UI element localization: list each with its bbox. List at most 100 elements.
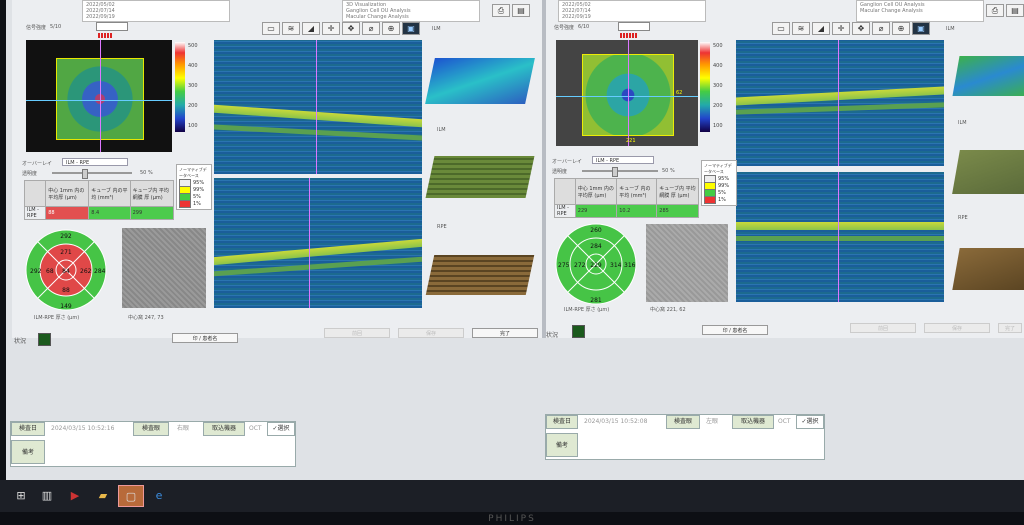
zoom-icon[interactable]: ⊕ <box>382 22 400 35</box>
eye-label: 検査眼 <box>133 422 169 436</box>
right-exam-form: 検査日 2024/03/15 10:52:08 検査眼 左眼 取込機器 OCT … <box>545 414 825 460</box>
move-icon[interactable]: ✥ <box>342 22 360 35</box>
exam-date-value[interactable]: 2024/03/15 10:52:08 <box>584 416 647 428</box>
right-analysis-list[interactable]: Ganglion Cell OU Analysis Macular Change… <box>856 0 984 22</box>
overlay-select[interactable]: ILM - RPE <box>592 156 654 164</box>
select-checkbox[interactable]: ✓選択 <box>796 415 824 429</box>
status-indicator-left <box>38 333 51 346</box>
right-oct-bscan-horizontal[interactable] <box>736 40 944 166</box>
mark-patient-button-right[interactable]: 印 / 患者名 <box>702 325 768 335</box>
etdrs-value: 229 <box>590 262 602 269</box>
left-3d-ilm-surface[interactable] <box>425 156 535 198</box>
exam-date-value[interactable]: 2024/03/15 10:52:16 <box>51 423 114 435</box>
transparency-slider[interactable] <box>52 169 132 179</box>
layer-icon[interactable]: ▭ <box>262 22 280 35</box>
left-oct-bscan-vertical[interactable] <box>214 178 422 308</box>
save-button-left[interactable]: 保存 <box>398 328 464 338</box>
left-analysis-list[interactable]: 3D Visualization Ganglion Cell OU Analys… <box>342 0 480 22</box>
right-etdrs-thickness-map[interactable]: 260 284 275 272 229 314 316 281 <box>554 222 638 306</box>
monitor-brand: PHILIPS <box>488 514 536 524</box>
device-value[interactable]: OCT <box>249 423 262 435</box>
transparency-slider[interactable] <box>582 167 658 177</box>
right-3d-ilm-surface[interactable] <box>952 150 1024 194</box>
note-input[interactable] <box>47 440 293 464</box>
select-checkbox[interactable]: ✓選択 <box>267 422 295 436</box>
surface-icon[interactable]: ◢ <box>302 22 320 35</box>
etdrs-value: 316 <box>624 262 636 269</box>
retina-band <box>736 222 944 230</box>
file-explorer-icon[interactable]: ▰ <box>96 488 110 502</box>
signal-strength-bar <box>96 22 128 38</box>
transparency-label: 透明度 <box>552 169 568 175</box>
etdrs-value: 272 <box>574 262 586 269</box>
analysis-item[interactable]: Macular Change Analysis <box>860 8 980 14</box>
status-label-left: 状況 <box>14 338 27 345</box>
slab-icon[interactable]: ≋ <box>792 22 810 35</box>
transparency-value: 50 % <box>662 168 675 174</box>
tools-icon[interactable]: ▤ <box>1006 4 1024 17</box>
analysis-item[interactable]: Macular Change Analysis <box>346 14 476 20</box>
etdrs-value: 88 <box>62 287 70 294</box>
3d-view-icon[interactable]: ▣ <box>402 22 420 35</box>
device-value[interactable]: OCT <box>778 416 791 428</box>
layer-label: ILM <box>432 26 441 32</box>
left-view-toolbar: ▭ ≋ ◢ ✛ ✥ ⌀ ⊕ ▣ <box>262 22 420 36</box>
etdrs-value: 84 <box>62 268 70 275</box>
edge-browser-icon[interactable]: e <box>152 488 166 502</box>
left-fundus-photo[interactable] <box>122 228 206 308</box>
etdrs-value: 260 <box>590 227 602 234</box>
3d-view-icon[interactable]: ▣ <box>912 22 930 35</box>
eye-value[interactable]: 右眼 <box>177 423 189 435</box>
save-button-right[interactable]: 保存 <box>924 323 990 333</box>
print-icon[interactable]: ⎙ <box>492 4 510 17</box>
left-3d-thickness-surface[interactable] <box>425 58 535 104</box>
normative-legend: ノーマティブデータベース 95% 99% 5% 1% <box>176 164 212 210</box>
signal-strength-value: 6/10 <box>578 24 590 30</box>
windows-start-icon[interactable]: ⊞ <box>14 488 28 502</box>
complete-button-left[interactable]: 完了 <box>472 328 538 338</box>
previous-button-right[interactable]: 前回 <box>850 323 916 333</box>
status-label-right: 状況 <box>546 332 559 339</box>
tools-icon[interactable]: ▤ <box>512 4 530 17</box>
retina-band <box>214 104 422 128</box>
status-indicator-right <box>572 325 585 338</box>
overlay-select[interactable]: ILM - RPE <box>62 158 128 166</box>
fundus-coord-x: 62 <box>676 90 683 96</box>
exam-date-label: 検査日 <box>546 415 578 429</box>
layer-icon[interactable]: ▭ <box>772 22 790 35</box>
measure-icon[interactable]: ⌀ <box>362 22 380 35</box>
crosshair-icon[interactable]: ✛ <box>832 22 850 35</box>
etdrs-value: 314 <box>610 262 622 269</box>
right-3d-rpe-surface[interactable] <box>952 248 1024 290</box>
right-fundus-image[interactable]: 62 221 <box>556 40 698 146</box>
slab-icon[interactable]: ≋ <box>282 22 300 35</box>
task-view-icon[interactable]: ▥ <box>40 488 54 502</box>
left-analysis-panel: 2022/05/02 2022/07/14 2022/09/19 3D Visu… <box>12 0 542 338</box>
media-player-icon[interactable]: ▶ <box>68 488 82 502</box>
crosshair-icon[interactable]: ✛ <box>322 22 340 35</box>
left-fundus-image[interactable] <box>26 40 172 152</box>
active-app-icon[interactable]: ▢ <box>118 485 144 507</box>
surface-icon[interactable]: ◢ <box>812 22 830 35</box>
date-item[interactable]: 2022/09/19 <box>86 14 226 20</box>
left-3d-rpe-surface[interactable] <box>425 255 535 295</box>
zoom-icon[interactable]: ⊕ <box>892 22 910 35</box>
left-date-list[interactable]: 2022/05/02 2022/07/14 2022/09/19 <box>82 0 230 22</box>
complete-button-right[interactable]: 完了 <box>998 323 1022 333</box>
previous-button-left[interactable]: 前回 <box>324 328 390 338</box>
right-date-list[interactable]: 2022/05/02 2022/07/14 2022/09/19 <box>558 0 706 22</box>
mark-patient-button-left[interactable]: 印 / 患者名 <box>172 333 238 343</box>
etdrs-value: 284 <box>590 243 602 250</box>
left-oct-bscan-horizontal[interactable] <box>214 40 422 174</box>
left-etdrs-thickness-map[interactable]: 292 271 292 68 84 262 284 88 149 <box>24 228 108 312</box>
eye-value[interactable]: 左眼 <box>706 416 718 428</box>
etdrs-value: 281 <box>590 297 602 304</box>
move-icon[interactable]: ✥ <box>852 22 870 35</box>
right-oct-bscan-vertical[interactable] <box>736 172 944 302</box>
print-icon[interactable]: ⎙ <box>986 4 1004 17</box>
date-item[interactable]: 2022/09/19 <box>562 14 702 20</box>
right-fundus-photo[interactable] <box>646 224 728 302</box>
note-input[interactable] <box>580 433 822 457</box>
right-3d-thickness-surface[interactable] <box>952 56 1024 96</box>
measure-icon[interactable]: ⌀ <box>872 22 890 35</box>
